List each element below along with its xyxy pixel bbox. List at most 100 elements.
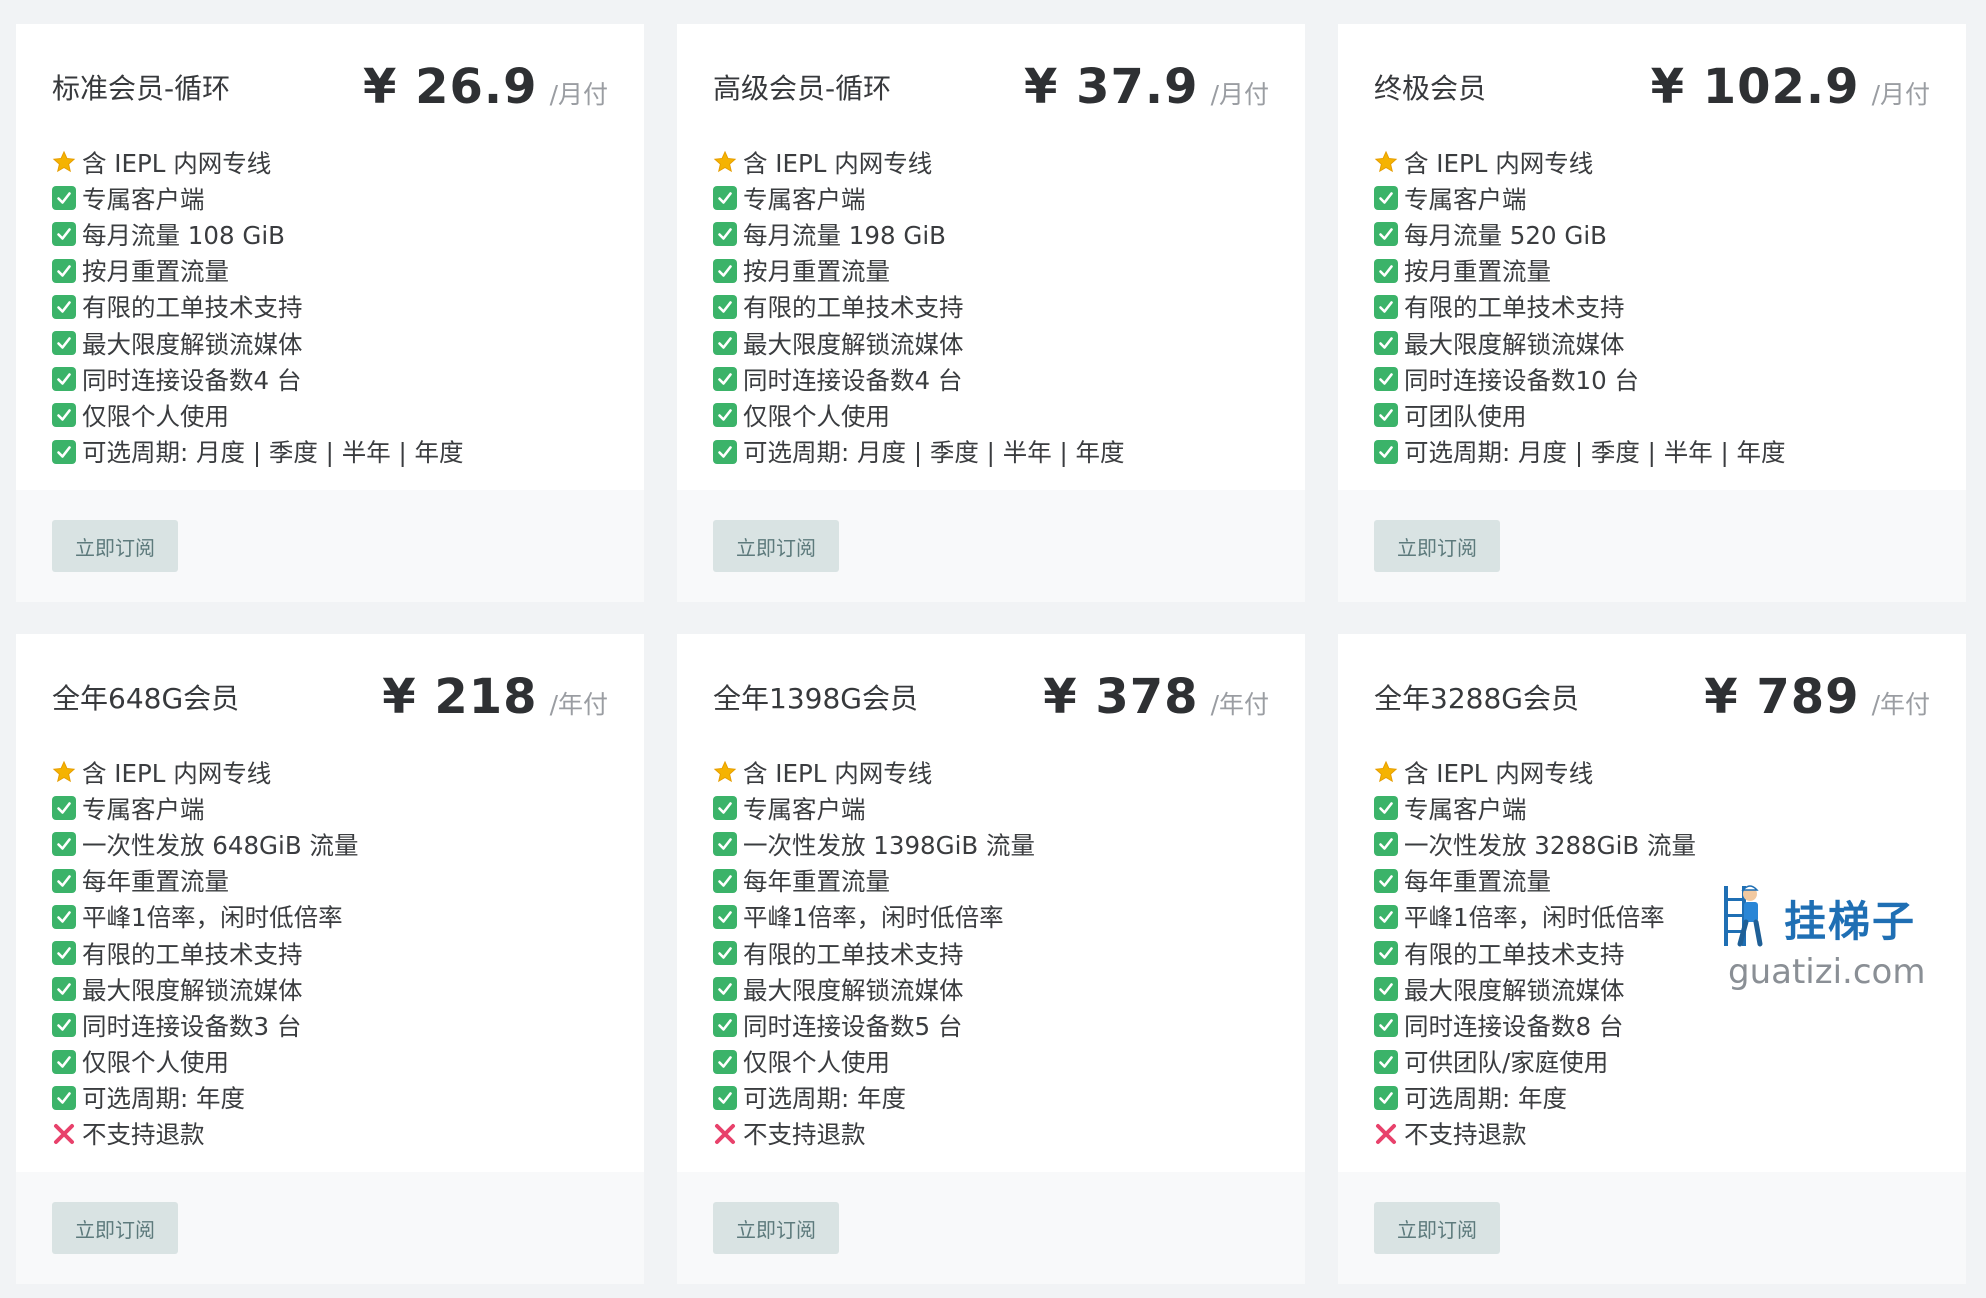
plan-card-body: 全年648G会员 ¥ 218 /年付 含 IEPL 内网专线 专属客户端 一次性…	[16, 634, 644, 1172]
feature-text: 专属客户端	[743, 794, 866, 824]
feature-text: 最大限度解锁流媒体	[1404, 329, 1625, 359]
feature-text: 同时连接设备数5 台	[743, 1011, 963, 1041]
feature-text: 最大限度解锁流媒体	[743, 329, 964, 359]
feature-text: 可团队使用	[1404, 401, 1527, 431]
price-amount: ¥ 37.9	[1024, 59, 1199, 115]
feature-text: 含 IEPL 内网专线	[743, 758, 933, 788]
plan-card-body: 全年1398G会员 ¥ 378 /年付 含 IEPL 内网专线 专属客户端 一次…	[677, 634, 1305, 1172]
feature-text: 一次性发放 648GiB 流量	[82, 830, 359, 860]
feature-item: 平峰1倍率，闲时低倍率	[713, 899, 1269, 935]
subscribe-button[interactable]: 立即订阅	[713, 520, 839, 572]
check-icon	[1374, 439, 1398, 464]
plan-card-footer: 立即订阅	[677, 490, 1305, 602]
check-icon	[52, 186, 76, 211]
feature-text: 含 IEPL 内网专线	[82, 148, 272, 178]
feature-text: 平峰1倍率，闲时低倍率	[82, 903, 343, 933]
feature-text: 按月重置流量	[743, 257, 890, 287]
feature-text: 同时连接设备数4 台	[82, 365, 302, 395]
feature-text: 有限的工单技术支持	[743, 293, 964, 323]
plan-card: 全年648G会员 ¥ 218 /年付 含 IEPL 内网专线 专属客户端 一次性…	[16, 634, 644, 1284]
feature-text: 仅限个人使用	[743, 1048, 890, 1078]
check-icon	[1374, 832, 1398, 857]
subscribe-button[interactable]: 立即订阅	[52, 520, 178, 572]
feature-text: 不支持退款	[1404, 1120, 1527, 1150]
check-icon	[1374, 1085, 1398, 1110]
check-icon	[713, 904, 737, 929]
subscribe-button[interactable]: 立即订阅	[713, 1202, 839, 1254]
feature-item: 专属客户端	[713, 180, 1269, 216]
feature-item: 每月流量 520 GiB	[1374, 216, 1930, 252]
feature-text: 可选周期: 月度 | 季度 | 半年 | 年度	[82, 438, 464, 468]
feature-item: 每月流量 108 GiB	[52, 216, 608, 252]
check-icon	[713, 1085, 737, 1110]
check-icon	[1374, 868, 1398, 893]
feature-item: 含 IEPL 内网专线	[52, 144, 608, 180]
feature-text: 有限的工单技术支持	[743, 939, 964, 969]
feature-text: 每年重置流量	[743, 867, 890, 897]
check-icon	[713, 868, 737, 893]
plan-card: 标准会员-循环 ¥ 26.9 /月付 含 IEPL 内网专线 专属客户端 每月流…	[16, 24, 644, 602]
feature-text: 每年重置流量	[1404, 867, 1551, 897]
check-icon	[52, 403, 76, 428]
plan-header: 终极会员 ¥ 102.9 /月付	[1374, 24, 1930, 142]
feature-item: 最大限度解锁流媒体	[52, 971, 608, 1007]
check-icon	[1374, 796, 1398, 821]
plan-price: ¥ 26.9 /月付	[363, 59, 608, 115]
plan-header: 全年648G会员 ¥ 218 /年付	[52, 634, 608, 752]
feature-item: 仅限个人使用	[52, 397, 608, 433]
feature-text: 按月重置流量	[82, 257, 229, 287]
feature-text: 按月重置流量	[1404, 257, 1551, 287]
subscribe-button[interactable]: 立即订阅	[1374, 520, 1500, 572]
price-amount: ¥ 378	[1043, 669, 1199, 725]
feature-text: 仅限个人使用	[82, 1048, 229, 1078]
check-icon	[52, 258, 76, 283]
feature-item: 可选周期: 年度	[52, 1080, 608, 1116]
feature-text: 仅限个人使用	[743, 401, 890, 431]
feature-text: 最大限度解锁流媒体	[743, 975, 964, 1005]
feature-text: 有限的工单技术支持	[1404, 939, 1625, 969]
feature-item: 每年重置流量	[52, 863, 608, 899]
feature-text: 不支持退款	[743, 1120, 866, 1150]
feature-item: 不支持退款	[1374, 1116, 1930, 1152]
feature-item: 可团队使用	[1374, 397, 1930, 433]
feature-item: 可选周期: 月度 | 季度 | 半年 | 年度	[52, 434, 608, 470]
feature-text: 每月流量 108 GiB	[82, 220, 285, 250]
check-icon	[713, 222, 737, 247]
feature-text: 仅限个人使用	[82, 401, 229, 431]
price-amount: ¥ 102.9	[1650, 59, 1860, 115]
feature-text: 可选周期: 年度	[82, 1084, 246, 1114]
feature-item: 同时连接设备数3 台	[52, 1007, 608, 1043]
check-icon	[713, 331, 737, 356]
plan-name: 全年648G会员	[52, 682, 240, 715]
subscribe-button[interactable]: 立即订阅	[52, 1202, 178, 1254]
feature-item: 专属客户端	[52, 180, 608, 216]
feature-text: 专属客户端	[743, 184, 866, 214]
plan-card: 终极会员 ¥ 102.9 /月付 含 IEPL 内网专线 专属客户端 每月流量 …	[1338, 24, 1966, 602]
feature-item: 可选周期: 月度 | 季度 | 半年 | 年度	[1374, 434, 1930, 470]
feature-text: 每月流量 198 GiB	[743, 220, 946, 250]
star-icon	[1374, 760, 1398, 784]
cross-icon	[52, 1122, 76, 1146]
feature-text: 同时连接设备数3 台	[82, 1011, 302, 1041]
check-icon	[1374, 1013, 1398, 1038]
feature-item: 最大限度解锁流媒体	[1374, 325, 1930, 361]
feature-text: 可供团队/家庭使用	[1404, 1048, 1609, 1078]
feature-item: 同时连接设备数4 台	[52, 361, 608, 397]
check-icon	[713, 832, 737, 857]
feature-text: 专属客户端	[82, 184, 205, 214]
cross-icon	[1374, 1122, 1398, 1146]
watermark-title: 挂梯子	[1784, 897, 1917, 946]
feature-item: 可选周期: 月度 | 季度 | 半年 | 年度	[713, 434, 1269, 470]
feature-item: 专属客户端	[1374, 180, 1930, 216]
plan-price: ¥ 218 /年付	[382, 669, 608, 725]
subscribe-button[interactable]: 立即订阅	[1374, 1202, 1500, 1254]
check-icon	[52, 904, 76, 929]
feature-text: 专属客户端	[1404, 794, 1527, 824]
feature-text: 最大限度解锁流媒体	[82, 975, 303, 1005]
feature-text: 有限的工单技术支持	[82, 293, 303, 323]
feature-text: 专属客户端	[1404, 184, 1527, 214]
feature-text: 专属客户端	[82, 794, 205, 824]
feature-text: 含 IEPL 内网专线	[1404, 148, 1594, 178]
check-icon	[713, 439, 737, 464]
feature-text: 平峰1倍率，闲时低倍率	[743, 903, 1004, 933]
